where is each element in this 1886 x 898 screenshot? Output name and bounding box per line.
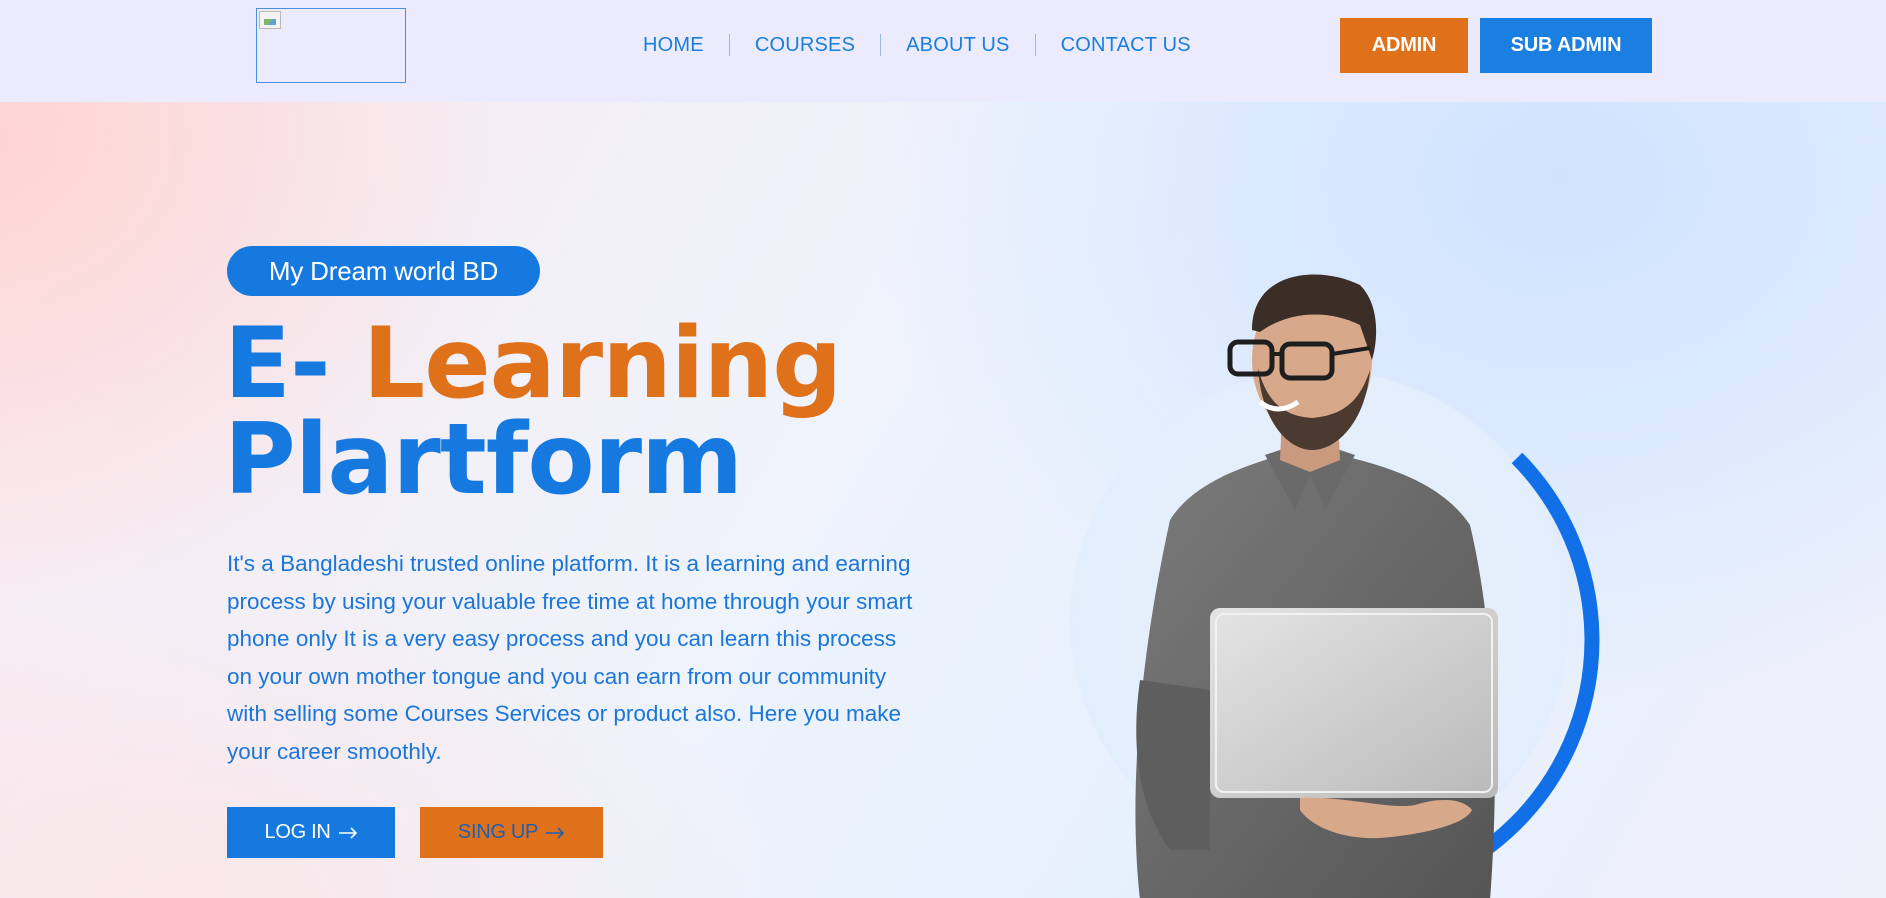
nav-about-link[interactable]: ABOUT US	[906, 34, 1009, 57]
hero-title: E- Learning Plartform	[224, 315, 944, 509]
hero-title-suffix: Plartform	[224, 403, 743, 517]
admin-button[interactable]: ADMIN	[1340, 18, 1468, 73]
nav-divider	[1034, 34, 1036, 56]
top-navbar: HOME COURSES ABOUT US CONTACT US ADMIN S…	[0, 0, 1886, 102]
laptop-illustration	[1210, 608, 1498, 798]
arrow-right-icon	[545, 826, 565, 839]
nav-divider	[880, 34, 882, 56]
signup-button-label: SING UP	[457, 821, 539, 843]
sub-admin-button[interactable]: SUB ADMIN	[1480, 18, 1652, 73]
arrow-right-icon	[338, 826, 358, 839]
login-button[interactable]: LOG IN	[227, 807, 395, 858]
broken-image-icon	[259, 11, 281, 29]
nav-courses-link[interactable]: COURSES	[755, 34, 855, 57]
signup-button[interactable]: SING UP	[420, 807, 603, 858]
main-nav: HOME COURSES ABOUT US CONTACT US	[643, 30, 1191, 60]
hero-illustration	[1070, 274, 1600, 898]
brand-badge-label: My Dream world BD	[268, 255, 499, 286]
nav-divider	[728, 34, 730, 56]
person-illustration	[1135, 274, 1498, 898]
site-logo[interactable]	[256, 8, 406, 83]
hero-description: It's a Bangladeshi trusted online platfo…	[227, 551, 913, 764]
brand-badge: My Dream world BD	[227, 246, 540, 296]
login-button-label: LOG IN	[264, 821, 331, 843]
nav-home-link[interactable]: HOME	[643, 34, 704, 57]
nav-contact-link[interactable]: CONTACT US	[1061, 34, 1191, 57]
